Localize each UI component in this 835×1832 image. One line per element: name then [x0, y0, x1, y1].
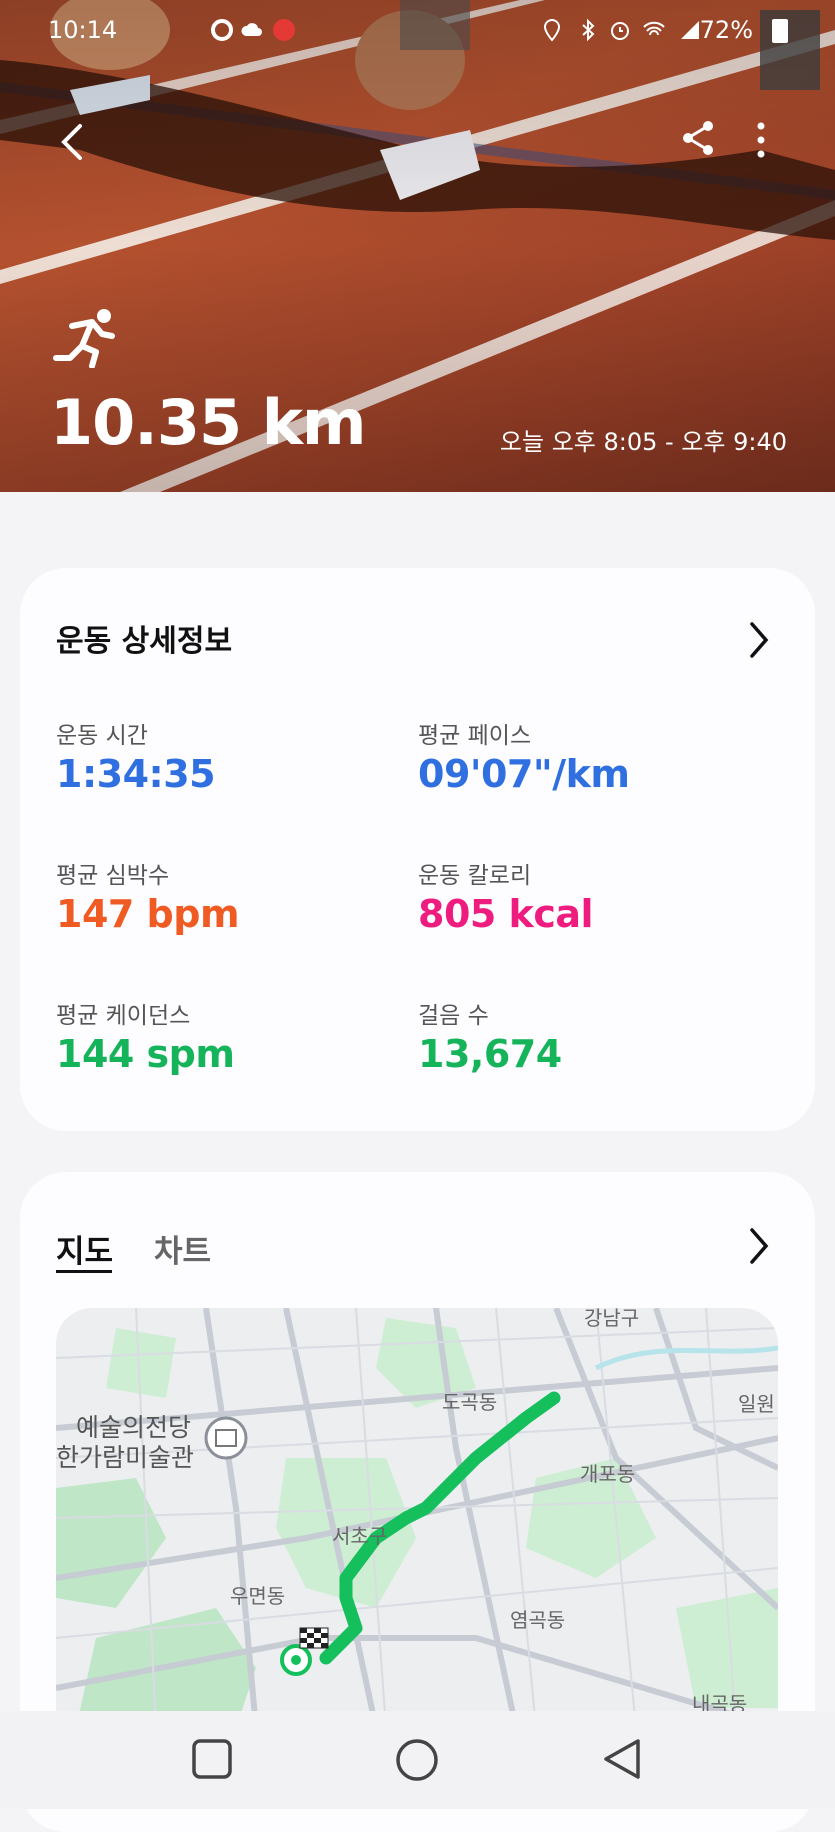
metric-value-duration: 1:34:35: [56, 752, 216, 796]
signal-icon: [681, 21, 699, 39]
metric-label-avg-pace: 평균 페이스: [418, 723, 532, 749]
museum-pin-icon: [204, 1416, 248, 1460]
alarm-icon: [611, 22, 629, 40]
back-icon[interactable]: [600, 1737, 644, 1781]
bluetooth-icon: [582, 18, 595, 42]
metric-value-avg-heart-rate: 147 bpm: [56, 892, 240, 936]
metric-label-calories: 운동 칼로리: [418, 863, 532, 889]
workout-time-range: 오늘 오후 8:05 - 오후 9:40: [499, 428, 787, 456]
hero-banner: 10:14 72% 10.35 km 오늘 오후 8:05 - 오후 9:40: [0, 0, 835, 492]
more-options-button[interactable]: [746, 120, 776, 160]
share-button[interactable]: [680, 118, 718, 158]
battery-percent: 72%: [699, 16, 753, 44]
map-label-gaepo: 개포동: [580, 1462, 636, 1486]
route-map[interactable]: 예술의전당 한가람미술관 도곡동 개포동 서초구 우면동 염곡동 내곡동 강남구…: [56, 1308, 778, 1728]
wifi-icon: [643, 21, 665, 36]
map-label-yeomgok: 염곡동: [510, 1608, 566, 1632]
route-finish-flag: [299, 1627, 329, 1649]
workout-distance: 10.35 km: [50, 386, 367, 459]
metric-label-duration: 운동 시간: [56, 723, 148, 749]
details-card-title: 운동 상세정보: [56, 624, 233, 659]
running-icon: [53, 309, 115, 368]
metric-value-avg-cadence: 144 spm: [56, 1032, 235, 1076]
tab-map[interactable]: 지도: [56, 1226, 113, 1271]
workout-details-card[interactable]: 운동 상세정보 운동 시간 1:34:35 평균 페이스 09'07"/km 평…: [20, 568, 815, 1131]
status-bar: 10:14 72%: [0, 8, 835, 52]
location-icon: [543, 18, 561, 42]
map-label-gangnam: 강남구: [584, 1308, 640, 1330]
cloud-icon: [241, 23, 262, 36]
map-label-hangaram: 한가람미술관: [56, 1443, 195, 1472]
chevron-right-icon[interactable]: [746, 1226, 772, 1266]
metric-value-avg-pace: 09'07"/km: [418, 752, 630, 796]
map-label-irwon: 일원: [738, 1392, 775, 1416]
home-icon[interactable]: [394, 1737, 440, 1783]
metric-label-steps: 걸음 수: [418, 1003, 489, 1029]
back-button[interactable]: [54, 118, 94, 166]
screen-record-icon: [273, 19, 295, 41]
metric-label-avg-heart-rate: 평균 심박수: [56, 863, 170, 889]
metric-label-avg-cadence: 평균 케이던스: [56, 1003, 191, 1029]
metric-value-steps: 13,674: [418, 1032, 562, 1076]
system-nav-bar: [0, 1711, 835, 1809]
map-label-umyeon: 우면동: [230, 1584, 286, 1608]
recent-apps-icon[interactable]: [190, 1737, 234, 1781]
record-icon: [211, 19, 233, 41]
metric-value-calories: 805 kcal: [418, 892, 594, 936]
battery-icon: [772, 19, 788, 43]
map-tiles: [56, 1308, 778, 1728]
map-label-seocho: 서초구: [332, 1524, 388, 1548]
status-time: 10:14: [48, 16, 118, 44]
tab-map-underline: [56, 1270, 112, 1273]
tab-chart[interactable]: 차트: [154, 1226, 211, 1271]
map-label-dogok: 도곡동: [442, 1390, 498, 1414]
chevron-right-icon[interactable]: [746, 620, 772, 660]
